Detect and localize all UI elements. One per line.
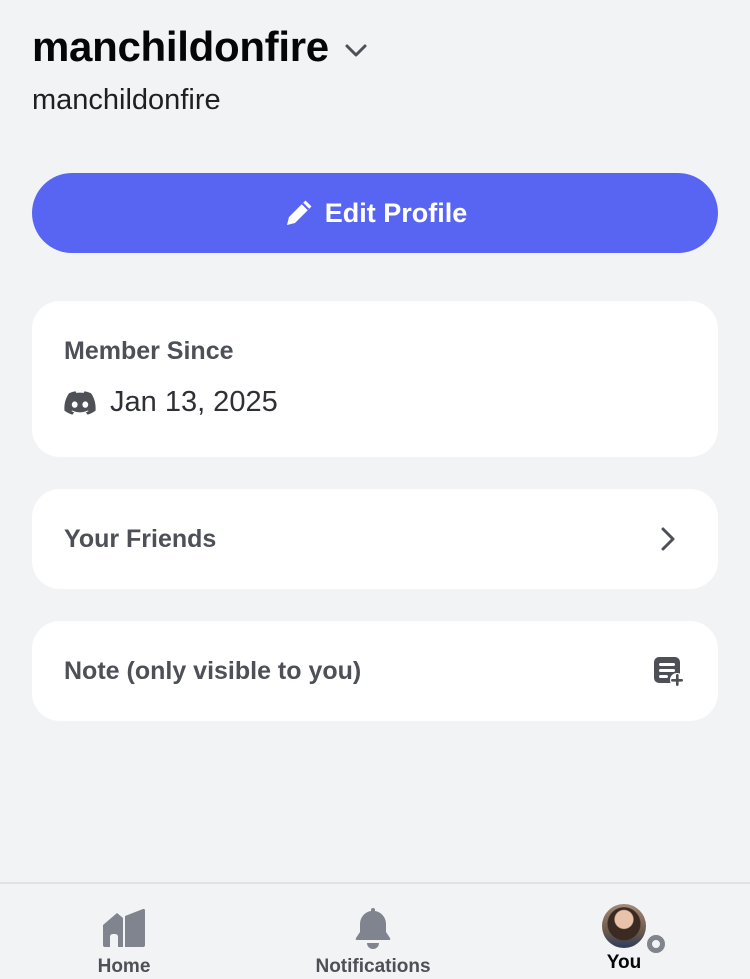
bell-icon	[349, 904, 397, 952]
pencil-icon	[283, 197, 315, 229]
profile-page: manchildonfire manchildonfire Edit Profi…	[0, 0, 750, 979]
display-name-row[interactable]: manchildonfire	[32, 22, 369, 72]
member-since-date: Jan 13, 2025	[110, 386, 278, 418]
your-friends-row[interactable]: Your Friends	[32, 489, 718, 589]
bottom-navigation: Home Notifications You	[0, 882, 750, 979]
nav-home[interactable]: Home	[84, 884, 164, 979]
your-friends-label: Your Friends	[64, 524, 217, 553]
add-note-icon[interactable]	[652, 655, 684, 687]
chevron-down-icon[interactable]	[343, 37, 369, 63]
note-label: Note (only visible to you)	[64, 656, 362, 685]
avatar	[602, 904, 668, 956]
nav-notifications-label: Notifications	[315, 956, 431, 977]
nav-home-label: Home	[97, 956, 151, 977]
edit-profile-label: Edit Profile	[324, 197, 468, 228]
profile-header: manchildonfire manchildonfire	[32, 22, 369, 117]
username: manchildonfire	[32, 84, 221, 116]
member-since-row: Jan 13, 2025	[64, 386, 686, 419]
discord-logo-icon	[64, 390, 96, 416]
home-icon	[100, 904, 148, 952]
status-idle-icon	[644, 932, 668, 956]
chevron-right-icon	[652, 523, 684, 555]
display-name: manchildonfire	[32, 23, 329, 70]
edit-profile-button[interactable]: Edit Profile	[32, 173, 718, 253]
nav-you[interactable]: You	[584, 884, 668, 979]
member-since-card: Member Since Jan 13, 2025	[32, 301, 718, 457]
nav-you-label: You	[606, 952, 642, 973]
note-row[interactable]: Note (only visible to you)	[32, 621, 718, 721]
nav-notifications[interactable]: Notifications	[303, 884, 443, 979]
member-since-title: Member Since	[64, 337, 234, 365]
